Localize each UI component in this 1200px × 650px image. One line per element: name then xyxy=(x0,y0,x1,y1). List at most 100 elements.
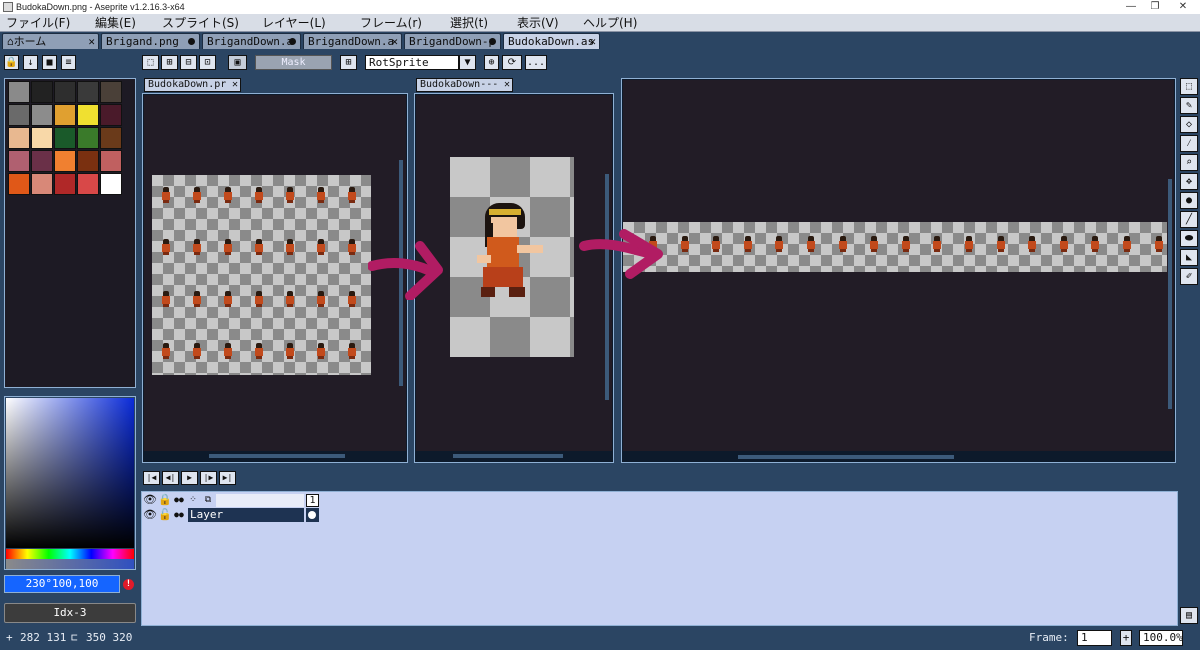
palette-swatch[interactable] xyxy=(54,127,76,149)
selection-replace-icon[interactable]: ⬚ xyxy=(142,55,159,70)
close-icon[interactable]: ✕ xyxy=(232,79,238,91)
palette-swatch[interactable] xyxy=(8,81,30,103)
menu-select[interactable]: 選択(t) xyxy=(450,15,488,31)
square-icon[interactable]: ■ xyxy=(42,55,57,70)
next-frame-button[interactable]: |▶ xyxy=(200,471,217,485)
menu-edit[interactable]: 編集(E) xyxy=(95,15,136,31)
rotation-algorithm-select[interactable]: RotSprite xyxy=(365,55,459,70)
add-frame-icon[interactable]: + xyxy=(1120,630,1132,646)
vertical-scrollbar[interactable] xyxy=(605,174,609,400)
menu-view[interactable]: 表示(V) xyxy=(517,15,559,31)
palette-swatch[interactable] xyxy=(100,173,122,195)
continuous-icon[interactable]: ●● xyxy=(172,508,186,522)
pencil-icon[interactable]: ✎ xyxy=(1180,97,1198,114)
ellipse-icon[interactable]: ⬬ xyxy=(1180,230,1198,247)
horizontal-scrollbar[interactable] xyxy=(209,454,345,458)
menu-file[interactable]: ファイル(F) xyxy=(6,15,70,31)
saturation-value-field[interactable] xyxy=(6,398,134,548)
editor-tab-zoom[interactable]: BudokaDown--- ✕ xyxy=(416,78,513,92)
zoom-icon[interactable]: ⌕ xyxy=(1180,154,1198,171)
transform-icon[interactable]: ⊕ xyxy=(484,55,499,70)
palette-swatch[interactable] xyxy=(54,81,76,103)
palette-swatch[interactable] xyxy=(8,173,30,195)
palette-swatch[interactable] xyxy=(8,127,30,149)
tab-home[interactable]: ⌂ホーム ✕ xyxy=(2,33,99,49)
selection-add-icon[interactable]: ⊞ xyxy=(161,55,178,70)
first-frame-button[interactable]: |◀ xyxy=(143,471,160,485)
palette-swatch[interactable] xyxy=(100,104,122,126)
tab-briganddown-2[interactable]: BrigandDown.a ✕ xyxy=(303,33,402,49)
palette-swatch[interactable] xyxy=(31,150,53,172)
contour-icon[interactable]: ◣ xyxy=(1180,249,1198,266)
palette-swatch[interactable] xyxy=(8,104,30,126)
palette-swatch[interactable] xyxy=(31,173,53,195)
eye-icon[interactable]: 👁 xyxy=(143,493,157,507)
frame-number-header[interactable]: 1 xyxy=(306,494,319,507)
tab-budokadown[interactable]: BudokaDown.as ✕ xyxy=(503,33,600,49)
palette-swatch[interactable] xyxy=(31,81,53,103)
palette-swatch[interactable] xyxy=(77,127,99,149)
selection-subtract-icon[interactable]: ⊟ xyxy=(180,55,197,70)
horizontal-scrollbar[interactable] xyxy=(453,454,563,458)
palette-swatch[interactable] xyxy=(100,127,122,149)
tab-brigand[interactable]: Brigand.png xyxy=(101,33,200,49)
alpha-slider[interactable] xyxy=(6,559,134,569)
close-window-button[interactable]: ✕ xyxy=(1160,0,1200,14)
rotate-icon[interactable]: ⟳ xyxy=(502,55,522,70)
continuous-icon[interactable]: ●● xyxy=(172,493,186,507)
move-icon[interactable]: ✥ xyxy=(1180,173,1198,190)
onion-skin-icon[interactable]: ⁘ xyxy=(187,493,199,507)
color-index-field[interactable]: Idx-3 xyxy=(4,603,136,623)
color-picker[interactable] xyxy=(4,396,136,570)
hsv-color-field[interactable]: 230°100,100 xyxy=(4,575,120,593)
play-button[interactable]: ▶ xyxy=(181,471,198,485)
palette-swatch[interactable] xyxy=(54,104,76,126)
palette-swatch[interactable] xyxy=(100,81,122,103)
rectangular-marquee-icon[interactable]: ⬚ xyxy=(1180,78,1198,95)
palette-swatch[interactable] xyxy=(77,150,99,172)
palette-swatch[interactable] xyxy=(100,150,122,172)
close-icon[interactable]: ✕ xyxy=(504,79,510,91)
layer-row[interactable]: 👁 🔓 ●● Layer xyxy=(142,508,1179,522)
lock-icon[interactable]: 🔒 xyxy=(4,55,19,70)
palette-swatch[interactable] xyxy=(77,81,99,103)
tab-briganddown-p[interactable]: BrigandDown-p xyxy=(404,33,501,49)
menu-frame[interactable]: フレーム(r) xyxy=(360,15,422,31)
palette-swatch[interactable] xyxy=(8,150,30,172)
more-options-button[interactable]: ... xyxy=(525,55,547,70)
timeline-toggle-icon[interactable]: ▤ xyxy=(1180,607,1198,624)
palette-swatch[interactable] xyxy=(54,173,76,195)
eyedropper-icon[interactable]: ⁄ xyxy=(1180,135,1198,152)
eye-icon[interactable]: 👁 xyxy=(143,508,157,522)
arrow-down-icon[interactable]: ↓ xyxy=(23,55,38,70)
palette-swatch[interactable] xyxy=(77,104,99,126)
link-cels-icon[interactable]: ⧉ xyxy=(201,493,215,507)
lock-icon[interactable]: 🔒 xyxy=(158,493,172,507)
selection-intersect-icon[interactable]: ⊡ xyxy=(199,55,216,70)
hue-slider[interactable] xyxy=(6,549,134,559)
zoom-input[interactable]: 100.0% xyxy=(1139,630,1183,646)
tab-briganddown-1[interactable]: BrigandDown.a xyxy=(202,33,301,49)
palette-swatch[interactable] xyxy=(31,127,53,149)
blur-icon[interactable]: ✐ xyxy=(1180,268,1198,285)
eraser-icon[interactable]: ◇ xyxy=(1180,116,1198,133)
menu-help[interactable]: ヘルプ(H) xyxy=(583,15,637,31)
menu-layer[interactable]: レイヤー(L) xyxy=(262,15,326,31)
editor-tab-preview[interactable]: BudokaDown.pr ✕ xyxy=(144,78,241,92)
palette-swatch[interactable] xyxy=(77,173,99,195)
last-frame-button[interactable]: ▶| xyxy=(219,471,236,485)
warning-icon[interactable]: ! xyxy=(123,579,134,590)
pivot-icon[interactable]: ⊞ xyxy=(340,55,357,70)
close-icon[interactable]: ✕ xyxy=(88,34,95,49)
layer-name[interactable]: Layer xyxy=(188,508,304,522)
cel[interactable] xyxy=(306,508,319,522)
transparent-color-icon[interactable]: ▣ xyxy=(228,55,247,70)
frame-input[interactable]: 1 xyxy=(1077,630,1112,646)
close-icon[interactable]: ✕ xyxy=(589,34,596,49)
vertical-scrollbar[interactable] xyxy=(1168,179,1172,409)
chevron-down-icon[interactable]: ▼ xyxy=(459,55,476,70)
previous-frame-button[interactable]: ◀| xyxy=(162,471,179,485)
menu-sprite[interactable]: スプライト(S) xyxy=(162,15,239,31)
lock-icon[interactable]: 🔓 xyxy=(158,508,172,522)
horizontal-scrollbar[interactable] xyxy=(738,455,954,459)
